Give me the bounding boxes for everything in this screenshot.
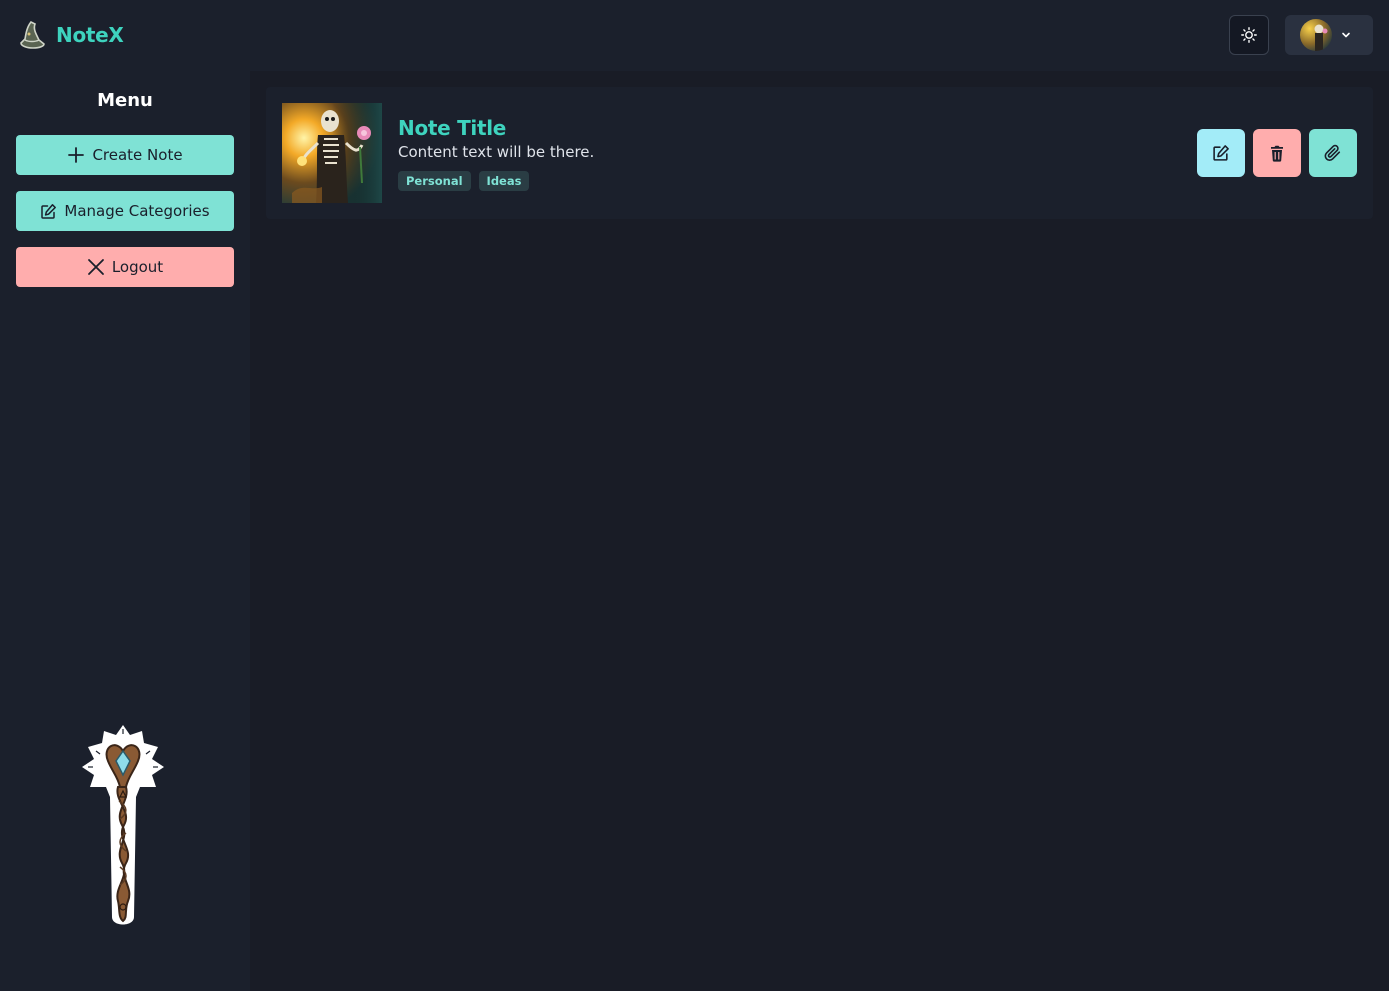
note-thumbnail <box>282 103 382 203</box>
create-note-label: Create Note <box>92 146 183 164</box>
manage-categories-label: Manage Categories <box>64 202 210 220</box>
sun-icon <box>1241 27 1257 43</box>
tag-personal[interactable]: Personal <box>398 171 471 191</box>
edit-note-button[interactable] <box>1197 129 1245 177</box>
top-navbar: NoteX <box>0 0 1389 71</box>
note-card[interactable]: Note Title Content text will be there. P… <box>266 87 1373 219</box>
avatar <box>1300 19 1332 51</box>
brand[interactable]: NoteX <box>17 19 124 51</box>
theme-toggle-button[interactable] <box>1229 15 1269 55</box>
tag-ideas[interactable]: Ideas <box>478 171 530 191</box>
manage-categories-button[interactable]: Manage Categories <box>16 191 234 231</box>
main-content: Note Title Content text will be there. P… <box>250 71 1389 991</box>
menu-title: Menu <box>97 90 153 111</box>
user-menu-button[interactable] <box>1285 15 1373 55</box>
close-icon <box>87 258 105 276</box>
note-title[interactable]: Note Title <box>398 116 506 140</box>
delete-note-button[interactable] <box>1253 129 1301 177</box>
trash-icon <box>1271 145 1283 162</box>
chevron-down-icon <box>1342 32 1350 38</box>
edit-icon <box>40 203 57 220</box>
edit-icon <box>1213 145 1229 161</box>
note-content: Content text will be there. <box>398 143 595 161</box>
logout-button[interactable]: Logout <box>16 247 234 287</box>
logout-label: Logout <box>111 258 164 276</box>
note-tags: Personal Ideas <box>398 171 530 191</box>
paperclip-icon <box>1324 144 1341 161</box>
sidebar: Menu Create Note Manage Categories Logou… <box>0 71 250 991</box>
magic-staff-illustration <box>82 725 164 925</box>
create-note-button[interactable]: Create Note <box>16 135 234 175</box>
witch-hat-icon <box>20 20 45 49</box>
plus-icon <box>67 146 85 164</box>
brand-name: NoteX <box>56 23 124 47</box>
attach-file-button[interactable] <box>1309 129 1357 177</box>
